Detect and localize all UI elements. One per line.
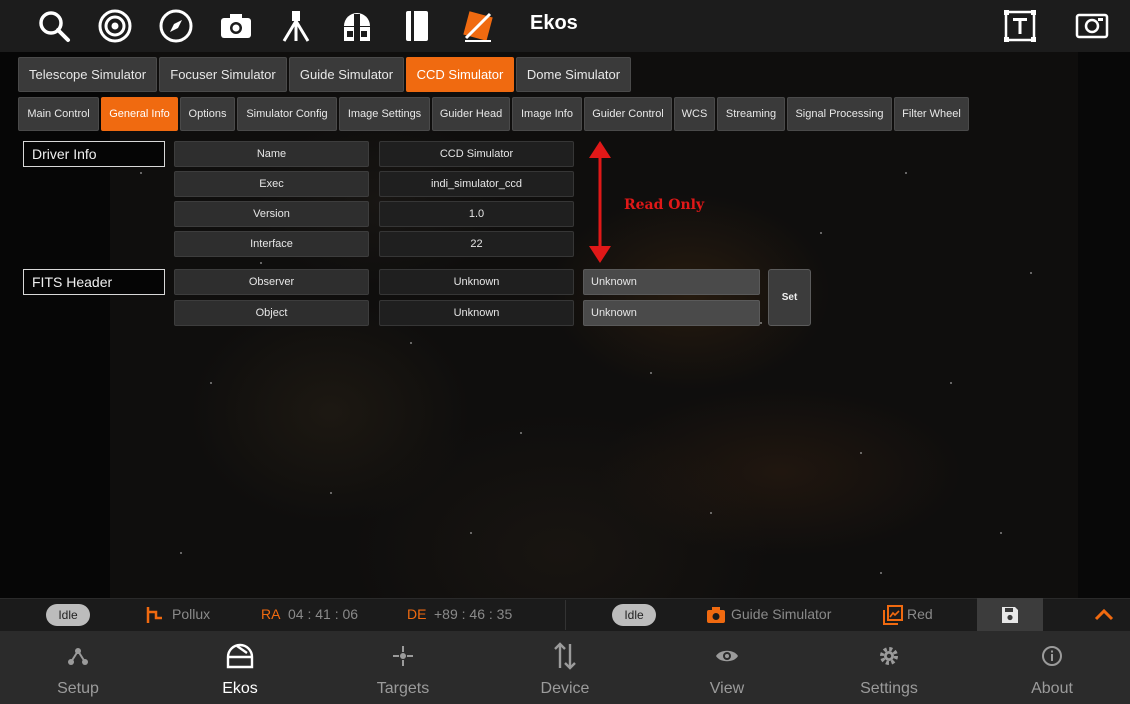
- device-tab-ccd-simulator[interactable]: CCD Simulator: [406, 57, 514, 92]
- tab-guider-control[interactable]: Guider Control: [584, 97, 672, 131]
- read-only-annotation: Read Only: [624, 197, 705, 213]
- nav-setup[interactable]: Setup: [13, 636, 143, 702]
- filter-icon: [883, 605, 903, 625]
- filter-name: Red: [907, 606, 933, 622]
- nav-view[interactable]: View: [662, 636, 792, 702]
- screenshot-icon[interactable]: [1072, 6, 1112, 46]
- driver-exec-value: indi_simulator_ccd: [379, 171, 574, 197]
- tab-guider-head[interactable]: Guider Head: [432, 97, 510, 131]
- read-only-arrow: [589, 141, 611, 263]
- mount-status-badge: Idle: [46, 604, 90, 626]
- nav-about-label: About: [1031, 680, 1073, 697]
- nav-setup-label: Setup: [57, 680, 99, 697]
- observer-value: Unknown: [379, 269, 574, 295]
- compass-icon[interactable]: [156, 6, 196, 46]
- gear-icon: [878, 636, 900, 676]
- chevron-up-icon[interactable]: [1092, 604, 1116, 626]
- nav-targets[interactable]: Targets: [338, 636, 468, 702]
- device-tab-telescope-simulator[interactable]: Telescope Simulator: [18, 57, 157, 92]
- ra-value: 04 : 41 : 06: [288, 606, 359, 622]
- setup-icon: [67, 636, 89, 676]
- ra-label: RA: [261, 606, 281, 622]
- mount-target-icon: [146, 607, 162, 623]
- device-icon: [552, 636, 578, 676]
- driver-interface-label: Interface: [174, 231, 369, 257]
- tab-filter-wheel[interactable]: Filter Wheel: [894, 97, 969, 131]
- sky-left-margin: [0, 52, 110, 598]
- nav-device[interactable]: Device: [500, 636, 630, 702]
- nav-view-label: View: [709, 680, 745, 697]
- camera-name: Guide Simulator: [731, 606, 832, 622]
- tab-image-info[interactable]: Image Info: [512, 97, 582, 131]
- status-separator: [565, 600, 566, 630]
- mount-target-name: Pollux: [172, 606, 211, 622]
- tab-signal-processing[interactable]: Signal Processing: [787, 97, 892, 131]
- observatory-icon[interactable]: [337, 6, 377, 46]
- telescope-icon[interactable]: [276, 6, 316, 46]
- nav-about[interactable]: About: [987, 636, 1117, 702]
- app-title: Ekos: [530, 12, 578, 34]
- nav-ekos[interactable]: Ekos: [175, 636, 305, 702]
- device-tab-dome-simulator[interactable]: Dome Simulator: [516, 57, 631, 92]
- target-icon[interactable]: [95, 6, 135, 46]
- driver-exec-label: Exec: [174, 171, 369, 197]
- flip-icon[interactable]: [458, 6, 498, 46]
- nav-device-label: Device: [540, 680, 590, 697]
- tab-simulator-config[interactable]: Simulator Config: [237, 97, 337, 131]
- text-frame-icon[interactable]: [1000, 6, 1040, 46]
- device-tab-focuser-simulator[interactable]: Focuser Simulator: [159, 57, 287, 92]
- fits-header-label: FITS Header: [23, 269, 165, 295]
- nav-settings-label: Settings: [860, 680, 918, 697]
- driver-version-label: Version: [174, 201, 369, 227]
- driver-interface-value: 22: [379, 231, 574, 257]
- save-icon: [1002, 606, 1018, 623]
- de-value: +89 : 46 : 35: [434, 606, 513, 622]
- driver-info-label: Driver Info: [23, 141, 165, 167]
- search-icon[interactable]: [34, 6, 74, 46]
- tab-general-info[interactable]: General Info: [101, 97, 178, 131]
- device-tab-guide-simulator[interactable]: Guide Simulator: [289, 57, 404, 92]
- de-label: DE: [407, 606, 427, 622]
- tab-streaming[interactable]: Streaming: [717, 97, 785, 131]
- set-button[interactable]: Set: [768, 269, 811, 326]
- nav-settings[interactable]: Settings: [824, 636, 954, 702]
- nav-targets-label: Targets: [376, 680, 430, 697]
- tab-wcs[interactable]: WCS: [674, 97, 715, 131]
- info-icon: [1041, 636, 1063, 676]
- tab-image-settings[interactable]: Image Settings: [339, 97, 430, 131]
- save-button[interactable]: [977, 598, 1043, 631]
- camera-status-icon: [707, 607, 725, 623]
- targets-icon: [392, 636, 414, 676]
- object-input[interactable]: Unknown: [583, 300, 760, 326]
- object-value: Unknown: [379, 300, 574, 326]
- observer-input[interactable]: Unknown: [583, 269, 760, 295]
- tab-options[interactable]: Options: [180, 97, 235, 131]
- camera-icon[interactable]: [216, 6, 256, 46]
- observer-label: Observer: [174, 269, 369, 295]
- driver-version-value: 1.0: [379, 201, 574, 227]
- driver-name-value: CCD Simulator: [379, 141, 574, 167]
- nav-ekos-label: Ekos: [222, 680, 258, 697]
- sky-right-margin: [1078, 52, 1130, 598]
- tab-main-control[interactable]: Main Control: [18, 97, 99, 131]
- driver-name-label: Name: [174, 141, 369, 167]
- eye-icon: [715, 636, 739, 676]
- ekos-icon: [225, 636, 255, 676]
- object-label: Object: [174, 300, 369, 326]
- notebook-icon[interactable]: [397, 6, 437, 46]
- camera-status-badge: Idle: [612, 604, 656, 626]
